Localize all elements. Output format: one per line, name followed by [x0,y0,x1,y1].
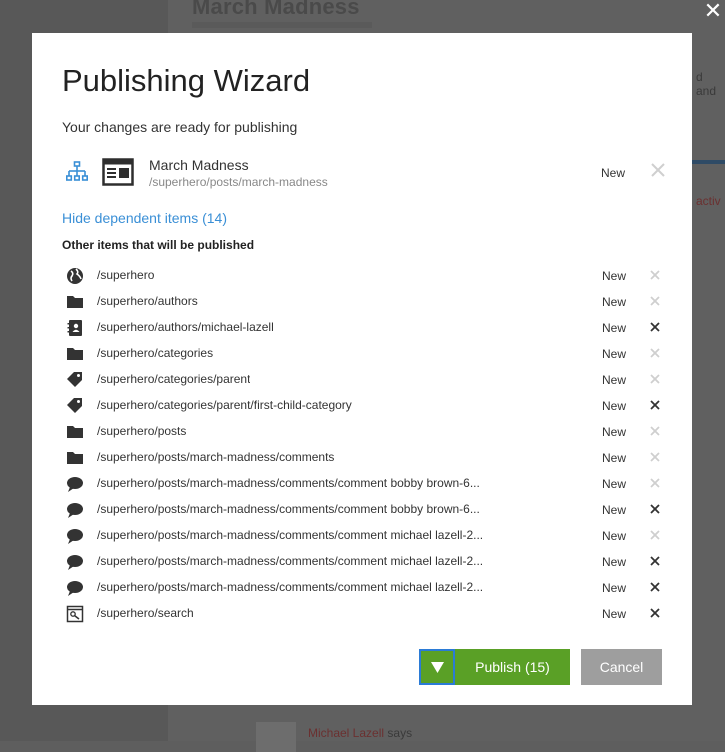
dialog-subtitle: Your changes are ready for publishing [62,119,298,135]
dependent-item-path: /superhero/posts/march-madness/comments/… [97,476,480,490]
dialog-title: Publishing Wizard [62,63,311,98]
remove-icon[interactable] [648,450,662,464]
dependent-item-status: New [602,477,627,491]
dependent-item-row: /superhero/authors New [62,289,672,315]
dependent-item-path: /superhero/posts/march-madness/comments/… [97,580,484,594]
speech-bubble-icon [66,501,84,519]
dependent-item-path: /superhero/posts/march-madness/comments/… [97,502,480,516]
dependent-item-status: New [602,321,627,335]
background-comment-author: Michael Lazell [308,726,385,740]
background-accent-bar [692,160,725,164]
publishing-wizard-dialog: Publishing Wizard Your changes are ready… [32,33,692,705]
hide-dependent-items-link[interactable]: Hide dependent items (14) [62,210,227,226]
dependent-items-heading: Other items that will be published [62,238,255,252]
remove-icon[interactable] [648,346,662,360]
dependent-item-path: /superhero/authors/michael-lazell [97,320,274,334]
folder-icon [66,345,84,363]
dependent-item-row: /superhero/categories/parent/first-child… [62,393,672,419]
search-page-icon [66,605,84,623]
dependent-item-path: /superhero/categories/parent/first-child… [97,398,352,412]
folder-icon [66,423,84,441]
dependent-item-row: /superhero/categories New [62,341,672,367]
document-icon [102,158,134,186]
dependent-item-status: New [602,529,627,543]
cancel-button[interactable]: Cancel [581,649,662,685]
publish-button[interactable]: Publish (15) [455,649,570,685]
folder-icon [66,293,84,311]
dependent-item-row: /superhero/posts/march-madness/comments/… [62,471,672,497]
remove-icon[interactable] [648,580,662,594]
dependent-item-path: /superhero [97,268,155,282]
dependent-item-path: /superhero/posts [97,424,187,438]
dependent-item-status: New [602,425,627,439]
dependent-item-status: New [602,607,627,621]
triangle-down-icon [431,662,444,673]
dependent-item-status: New [602,581,627,595]
dependent-item-row: /superhero/posts/march-madness/comments/… [62,575,672,601]
dependent-item-row: /superhero New [62,263,672,289]
dependent-item-row: /superhero/posts/march-madness/comments N… [62,445,672,471]
tag-icon [66,397,84,415]
dependent-item-status: New [602,503,627,517]
dependent-item-row: /superhero/posts/march-madness/comments/… [62,497,672,523]
background-subtitle-bar [192,22,372,28]
speech-bubble-icon [66,579,84,597]
main-publish-item: March Madness /superhero/posts/march-mad… [62,153,672,193]
remove-icon[interactable] [648,424,662,438]
dependent-item-row: /superhero/authors/michael-lazell New [62,315,672,341]
dependent-item-path: /superhero/authors [97,294,198,308]
dependent-item-status: New [602,399,627,413]
dependent-item-status: New [602,555,627,569]
dependent-item-path: /superhero/posts/march-madness/comments/… [97,554,484,568]
background-link-text: activ [696,194,721,208]
dependent-items-list: /superhero New/superhero/authors New/super… [62,263,672,627]
main-item-status: New [601,166,626,180]
tag-icon [66,371,84,389]
dependent-item-status: New [602,269,627,283]
publish-options-dropdown-button[interactable] [419,649,455,685]
remove-icon[interactable] [649,161,667,179]
dependent-item-path: /superhero/search [97,606,194,620]
remove-icon[interactable] [648,372,662,386]
dependent-item-row: /superhero/categories/parent New [62,367,672,393]
background-text: d and [696,70,717,98]
dependent-item-row: /superhero/posts New [62,419,672,445]
remove-icon[interactable] [648,528,662,542]
background-avatar [256,722,296,752]
folder-icon [66,449,84,467]
speech-bubble-icon [66,527,84,545]
dependent-item-status: New [602,373,627,387]
close-icon[interactable]: ✕ [702,0,724,26]
dependent-item-status: New [602,347,627,361]
dependent-item-path: /superhero/posts/march-madness/comments [97,450,335,464]
dependent-item-status: New [602,451,627,465]
dependent-item-path: /superhero/posts/march-madness/comments/… [97,528,484,542]
speech-bubble-icon [66,553,84,571]
globe-icon [66,267,84,285]
background-comment: Michael Lazell says [308,726,412,740]
dependent-item-row: /superhero/search New [62,601,672,627]
dependent-item-status: New [602,295,627,309]
remove-icon[interactable] [648,268,662,282]
remove-icon[interactable] [648,502,662,516]
speech-bubble-icon [66,475,84,493]
dependent-item-path: /superhero/categories [97,346,214,360]
contact-book-icon [66,319,84,337]
background-page-title: March Madness [192,0,360,19]
remove-icon[interactable] [648,398,662,412]
remove-icon[interactable] [648,320,662,334]
dependent-item-path: /superhero/categories/parent [97,372,251,386]
remove-icon[interactable] [648,294,662,308]
background-comment-verb: says [387,726,413,740]
remove-icon[interactable] [648,606,662,620]
remove-icon[interactable] [648,476,662,490]
dependent-item-row: /superhero/posts/march-madness/comments/… [62,549,672,575]
sitemap-icon [66,161,88,181]
main-item-path: /superhero/posts/march-madness [149,175,328,189]
dependent-item-row: /superhero/posts/march-madness/comments/… [62,523,672,549]
main-item-name: March Madness [149,157,249,173]
remove-icon[interactable] [648,554,662,568]
